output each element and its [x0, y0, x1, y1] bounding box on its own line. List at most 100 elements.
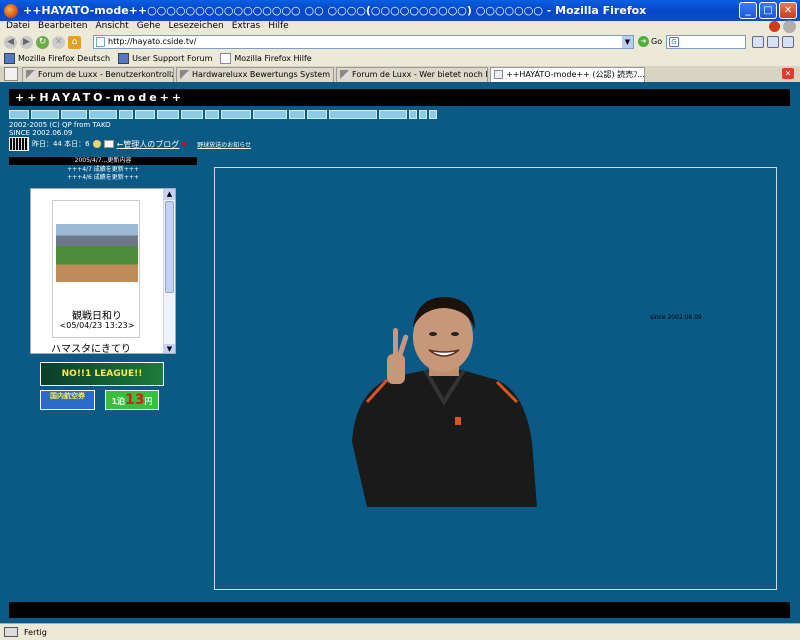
bookmark-item[interactable]: Mozilla Firefox Deutsch [4, 53, 110, 64]
tab-favicon [340, 70, 349, 79]
site-nav-link[interactable] [419, 110, 427, 119]
scroll-up-icon[interactable]: ▲ [164, 189, 175, 200]
site-nav-link[interactable] [429, 110, 437, 119]
window-icon[interactable] [767, 36, 779, 48]
calendar-icon [9, 137, 29, 151]
tab-favicon [26, 70, 35, 79]
menu-bearbeiten[interactable]: Bearbeiten [38, 21, 87, 33]
google-icon: G [669, 37, 679, 47]
site-nav-link[interactable] [31, 110, 59, 119]
site-title: ++HAYATO-mode++ [9, 89, 790, 106]
update-lines: +++4/7 成績を更新+++ +++4/6 成績を更新+++ [9, 166, 197, 182]
copyright: 2002-2005 (C) QP from TAKO SINCE 2002.06… [9, 121, 111, 137]
counter-text: 昨日：44 本日：6 [32, 140, 90, 148]
site-nav-link[interactable] [307, 110, 327, 119]
tab-hayato-mode[interactable]: ++HAYATO-mode++ (公認) 読売ﾌ... [490, 67, 645, 82]
status-text: Fertig [24, 627, 47, 637]
site-nav-link[interactable] [221, 110, 251, 119]
site-nav-link[interactable] [61, 110, 87, 119]
menu-hilfe[interactable]: Hilfe [268, 21, 288, 33]
scroll-down-icon[interactable]: ▼ [164, 344, 175, 353]
tab-bar: Forum de Luxx - Benutzerkontrollzentrum … [0, 66, 800, 82]
menu-datei[interactable]: Datei [6, 21, 30, 33]
since-text: since 2002.06.09 [650, 314, 702, 321]
firefox-icon [4, 3, 18, 18]
airline-ticket-banner[interactable]: 国内航空券 [40, 390, 95, 410]
menu-gehe[interactable]: Gehe [137, 21, 161, 33]
minimize-button[interactable]: _ [739, 2, 757, 19]
window-titlebar: ++HAYATO-mode++○○○○○○○○○○○○○○○○ ○○ ○○○○(… [0, 0, 800, 21]
book-icon [103, 140, 114, 148]
side-photo-panel: 観戦日和り <05/04/23 13:23> ハマスタにきてり ▲ ▼ [30, 188, 176, 354]
site-nav-link[interactable] [253, 110, 287, 119]
tab-bewertungs-system[interactable]: Hardwareluxx Bewertungs System [176, 67, 334, 82]
search-input[interactable]: G [666, 35, 746, 49]
league-banner[interactable]: NO!!1 LEAGUE!! [40, 362, 164, 386]
smiley-icon [92, 140, 101, 148]
update-header: 2005/4/7...更新内容 [9, 157, 197, 165]
bookmarks-toolbar: Mozilla Firefox Deutsch User Support For… [0, 51, 800, 66]
toolbar-right-icons [752, 36, 794, 48]
scroll-thumb[interactable] [165, 201, 174, 293]
site-nav-link[interactable] [157, 110, 179, 119]
print-icon[interactable] [782, 36, 794, 48]
window-title: ++HAYATO-mode++○○○○○○○○○○○○○○○○ ○○ ○○○○(… [23, 4, 647, 17]
bookmark-item[interactable]: User Support Forum [118, 53, 212, 64]
site-nav-link[interactable] [379, 110, 407, 119]
url-input[interactable]: http://hayato.cside.tv/ ▼ [93, 35, 634, 49]
url-text: http://hayato.cside.tv/ [108, 37, 197, 46]
site-nav-link[interactable] [119, 110, 133, 119]
forward-button[interactable]: ▶ [20, 35, 33, 49]
site-nav-link[interactable] [89, 110, 117, 119]
back-button[interactable]: ◀ [4, 35, 17, 49]
visitor-counter: 昨日：44 本日：6 ←管理人のブログ 野球放送のお知らせ [9, 137, 251, 151]
close-tab-button[interactable]: ✕ [782, 68, 794, 79]
bookmark-icon [118, 53, 130, 64]
site-nav-link[interactable] [409, 110, 417, 119]
site-nav-link[interactable] [135, 110, 155, 119]
window-controls: _ □ ✕ [739, 2, 797, 19]
site-nav-link[interactable] [289, 110, 305, 119]
photo-frame: 観戦日和り <05/04/23 13:23> [52, 200, 140, 338]
home-button[interactable]: ⌂ [68, 35, 81, 49]
mail-icon[interactable] [752, 36, 764, 48]
notice-link[interactable]: 野球放送のお知らせ [197, 140, 251, 149]
go-arrow-icon: ➜ [638, 36, 649, 47]
status-bar: Fertig [0, 623, 800, 640]
blog-link[interactable]: ←管理人のブログ [117, 139, 180, 150]
url-dropdown-icon[interactable]: ▼ [622, 36, 633, 48]
throbber-icon [783, 20, 796, 33]
reload-button[interactable]: ↻ [36, 35, 49, 49]
bookmark-item[interactable]: Mozilla Firefox Hilfe [220, 53, 312, 64]
go-button[interactable]: ➜ Go [638, 36, 662, 47]
maximize-button[interactable]: □ [759, 2, 777, 19]
photo-date: <05/04/23 13:23> [59, 321, 135, 330]
status-icon [4, 627, 18, 637]
tab-favicon [180, 70, 189, 79]
tab-dsl-light[interactable]: Forum de Luxx - Wer bietet noch DSL ligh… [336, 67, 488, 82]
update-line: +++4/7 成績を更新+++ [67, 166, 139, 173]
site-nav-link[interactable] [205, 110, 219, 119]
navigation-toolbar: ◀ ▶ ↻ ✕ ⌂ http://hayato.cside.tv/ ▼ ➜ Go… [0, 34, 800, 50]
menu-ansicht[interactable]: Ansicht [95, 21, 128, 33]
menu-extras[interactable]: Extras [232, 21, 260, 33]
tab-benutzerkontrollzentrum[interactable]: Forum de Luxx - Benutzerkontrollzentrum [22, 67, 174, 82]
new-tab-icon[interactable] [4, 67, 18, 81]
close-button[interactable]: ✕ [779, 2, 797, 19]
menu-lesezeichen[interactable]: Lesezeichen [168, 21, 223, 33]
stop-button[interactable]: ✕ [52, 35, 65, 49]
site-nav-link[interactable] [181, 110, 203, 119]
stadium-photo[interactable] [56, 224, 138, 282]
hotel-price-banner[interactable]: 1泊13円 [105, 390, 159, 410]
page-content: ++HAYATO-mode++ 2002-2005 (C) QP from TA… [0, 82, 800, 623]
site-nav-link[interactable] [329, 110, 377, 119]
side-scrollbar[interactable]: ▲ ▼ [163, 189, 175, 353]
bullet-icon [182, 142, 187, 146]
menu-bar: Datei Bearbeiten Ansicht Gehe Lesezeiche… [0, 20, 800, 33]
go-label: Go [651, 37, 663, 46]
bottom-bar [9, 602, 790, 618]
stop-indicator-icon [769, 21, 780, 32]
photo-subcaption: ハマスタにきてり [51, 344, 131, 354]
page-icon [96, 37, 105, 47]
site-nav-link[interactable] [9, 110, 29, 119]
